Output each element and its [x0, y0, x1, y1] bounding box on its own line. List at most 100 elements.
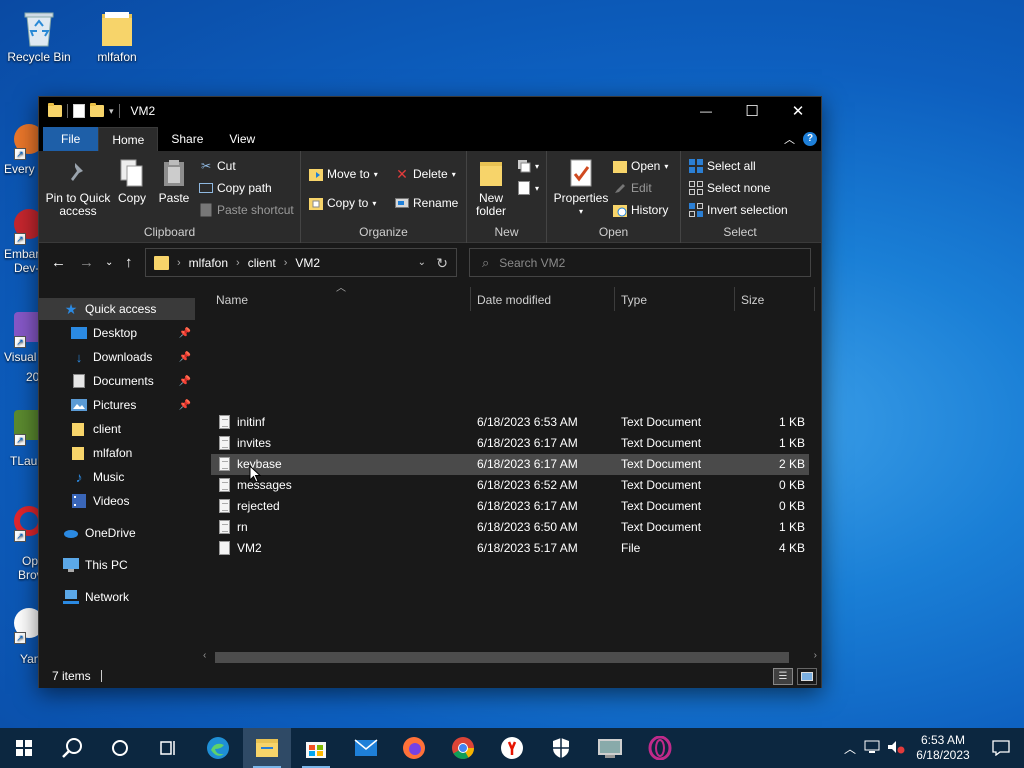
scroll-left-icon[interactable]: ‹ [203, 650, 206, 661]
file-row[interactable]: invites 6/18/2023 6:17 AM Text Document … [211, 433, 809, 454]
file-row[interactable]: messages 6/18/2023 6:52 AM Text Document… [211, 475, 809, 496]
taskbar-security[interactable] [537, 728, 585, 768]
select-none-button[interactable]: Select none [689, 181, 770, 195]
taskbar-remote-desktop[interactable] [586, 728, 634, 768]
history-button[interactable]: History [613, 203, 668, 217]
close-button[interactable]: ✕ [775, 97, 821, 125]
notification-center-icon[interactable] [978, 740, 1024, 756]
pin-quick-access-button[interactable]: Pin to Quick access [45, 157, 111, 218]
taskbar-file-explorer[interactable] [243, 728, 291, 768]
nav-item-music[interactable]: ♪ Music [39, 466, 195, 488]
chevron-down-icon[interactable]: ⌄ [418, 257, 426, 268]
forward-button[interactable]: → [79, 254, 94, 271]
nav-item-pictures[interactable]: Pictures 📌 [39, 394, 195, 416]
tab-file[interactable]: File [43, 127, 99, 151]
volume-muted-icon[interactable] [884, 740, 908, 757]
clock[interactable]: 6:53 AM 6/18/2023 [908, 733, 978, 763]
taskbar-yandex[interactable] [488, 728, 536, 768]
cortana-button[interactable] [96, 728, 144, 768]
tab-share[interactable]: Share [158, 127, 216, 151]
minimize-button[interactable]: — [683, 97, 729, 125]
maximize-button[interactable]: ☐ [729, 97, 775, 125]
tab-view[interactable]: View [216, 127, 268, 151]
breadcrumb-item[interactable]: VM2 [295, 256, 320, 270]
file-row[interactable]: initinf 6/18/2023 6:53 AM Text Document … [211, 412, 809, 433]
desktop-icon-opera[interactable]: ↗ Op Brov [0, 502, 40, 582]
horizontal-scrollbar[interactable]: ‹ › [199, 649, 821, 665]
file-row[interactable]: keybase 6/18/2023 6:17 AM Text Document … [211, 454, 809, 475]
refresh-icon[interactable]: ↻ [436, 255, 448, 272]
nav-this-pc[interactable]: This PC [39, 554, 195, 576]
column-divider[interactable] [614, 287, 615, 311]
taskbar-store[interactable] [292, 728, 340, 768]
copy-to-button[interactable]: Copy to ▾ [309, 196, 376, 210]
taskbar-opera[interactable] [636, 728, 684, 768]
up-button[interactable]: ↑ [125, 254, 133, 271]
breadcrumb-item[interactable]: client [248, 256, 276, 270]
properties-button[interactable]: Properties ▾ [553, 157, 609, 218]
desktop-icon-yandex[interactable]: ↗ Yan [0, 604, 40, 664]
search-box[interactable]: ⌕ Search VM2 [469, 248, 811, 277]
collapse-ribbon-icon[interactable]: ︿ [784, 131, 795, 147]
file-row[interactable]: rejected 6/18/2023 6:17 AM Text Document… [211, 496, 809, 517]
nav-item-videos[interactable]: Videos [39, 490, 195, 512]
nav-item-desktop[interactable]: Desktop 📌 [39, 322, 195, 344]
cut-button[interactable]: ✂ Cut [199, 159, 236, 173]
title-bar[interactable]: ▾ VM2 — ☐ ✕ [39, 97, 821, 125]
column-header-name[interactable]: Name [216, 290, 466, 310]
desktop-icon-recycle-bin[interactable]: Recycle Bin [4, 8, 74, 64]
taskbar-mail[interactable] [342, 728, 390, 768]
paste-button[interactable]: Paste [153, 157, 195, 205]
delete-button[interactable]: ✕ Delete ▾ [395, 166, 456, 182]
recent-locations-button[interactable]: ⌄ [105, 257, 113, 268]
column-header-size[interactable]: Size [741, 290, 811, 310]
paste-shortcut-button[interactable]: Paste shortcut [199, 203, 294, 217]
large-icons-view-button[interactable] [797, 668, 817, 685]
details-view-button[interactable]: ☰ [773, 668, 793, 685]
column-header-type[interactable]: Type [621, 290, 733, 310]
nav-item-documents[interactable]: Documents 📌 [39, 370, 195, 392]
desktop-icon-mlfafon[interactable]: mlfafon [82, 8, 152, 64]
nav-item-client[interactable]: client [39, 418, 195, 440]
start-button[interactable] [0, 728, 48, 768]
search-button[interactable] [48, 728, 96, 768]
chevron-up-icon[interactable]: ︿ [840, 740, 860, 757]
desktop-icon-embarcadero[interactable]: ↗ Embar Dev- [0, 205, 40, 285]
nav-network[interactable]: Network [39, 586, 195, 608]
file-row[interactable]: VM2 6/18/2023 5:17 AM File 4 KB [211, 538, 809, 559]
column-divider[interactable] [470, 287, 471, 311]
invert-selection-button[interactable]: Invert selection [689, 203, 788, 217]
network-status-icon[interactable] [860, 740, 884, 757]
nav-item-mlfafon[interactable]: mlfafon [39, 442, 195, 464]
move-to-button[interactable]: Move to ▾ [309, 167, 378, 181]
breadcrumb-item[interactable]: mlfafon [189, 256, 228, 270]
properties-quick-icon[interactable] [73, 104, 85, 118]
help-icon[interactable]: ? [803, 132, 817, 146]
desktop-icon-everything[interactable]: ↗ Every [0, 120, 40, 180]
easy-access-button[interactable]: ▾ [517, 181, 539, 195]
desktop-icon-tlauncher[interactable]: ↗ TLaur [0, 406, 40, 466]
new-folder-quick-icon[interactable] [90, 103, 104, 117]
task-view-button[interactable] [144, 728, 192, 768]
open-button[interactable]: Open ▾ [613, 159, 668, 173]
scrollbar-thumb[interactable] [215, 652, 789, 663]
tab-home[interactable]: Home [98, 127, 159, 151]
select-all-button[interactable]: Select all [689, 159, 756, 173]
new-item-button[interactable]: ▾ [517, 159, 539, 173]
column-divider[interactable] [734, 287, 735, 311]
nav-quick-access[interactable]: ★ Quick access [39, 298, 195, 320]
scroll-right-icon[interactable]: › [814, 650, 817, 661]
new-folder-button[interactable]: New folder [471, 157, 511, 218]
taskbar-edge[interactable] [194, 728, 242, 768]
column-divider[interactable] [814, 287, 815, 311]
taskbar-firefox[interactable] [390, 728, 438, 768]
taskbar-chrome[interactable] [439, 728, 487, 768]
copy-button[interactable]: Copy [113, 157, 151, 205]
file-row[interactable]: rn 6/18/2023 6:50 AM Text Document 1 KB [211, 517, 809, 538]
back-button[interactable]: ← [51, 254, 66, 271]
column-header-date[interactable]: Date modified [477, 290, 615, 310]
nav-item-downloads[interactable]: ↓ Downloads 📌 [39, 346, 195, 368]
copy-path-button[interactable]: Copy path [199, 181, 272, 195]
rename-button[interactable]: Rename [395, 196, 458, 210]
edit-button[interactable]: Edit [613, 181, 652, 195]
